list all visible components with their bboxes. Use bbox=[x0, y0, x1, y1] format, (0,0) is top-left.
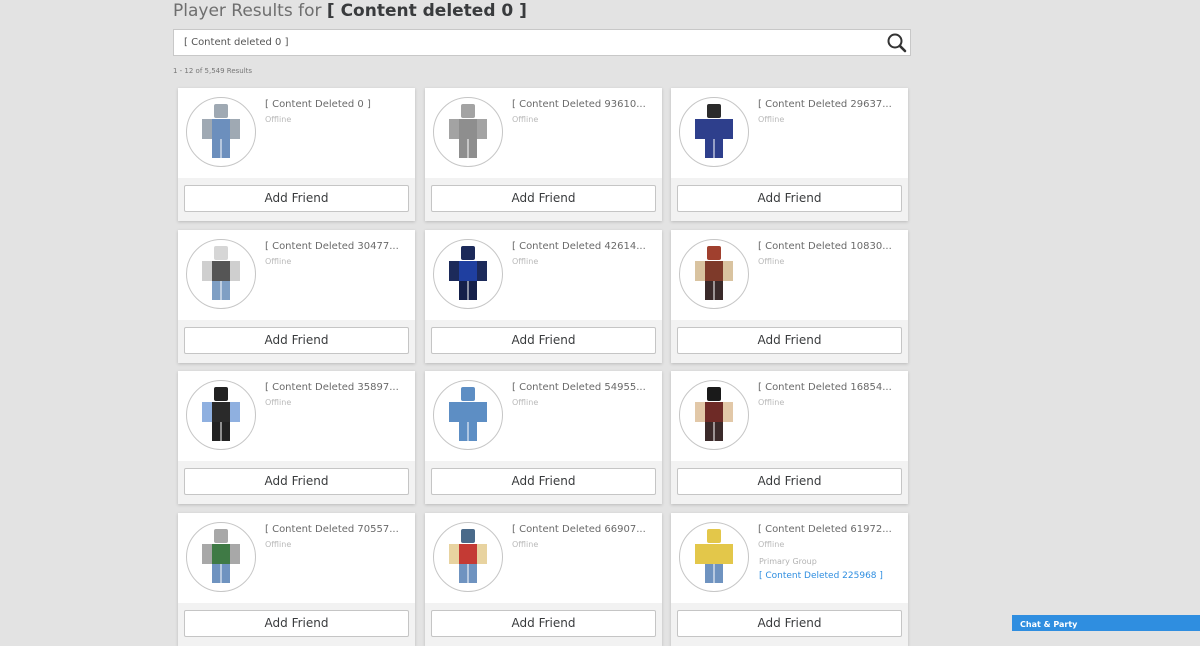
player-username[interactable]: [ Content Deleted 16854... bbox=[758, 382, 903, 393]
player-username[interactable]: [ Content Deleted 29637... bbox=[758, 99, 903, 110]
player-card-header: [ Content Deleted 61972... Offline Prima… bbox=[671, 513, 908, 603]
avatar-figure-icon bbox=[202, 387, 240, 441]
player-username[interactable]: [ Content Deleted 54955... bbox=[512, 382, 657, 393]
avatar-figure-icon bbox=[449, 246, 487, 300]
player-status: Offline bbox=[265, 257, 292, 266]
avatar-figure-icon bbox=[695, 387, 733, 441]
player-status: Offline bbox=[758, 398, 785, 407]
add-friend-button[interactable]: Add Friend bbox=[184, 185, 409, 212]
player-card-header: [ Content Deleted 66907... Offline bbox=[425, 513, 662, 603]
player-card: [ Content Deleted 0 ] Offline Add Friend bbox=[178, 88, 415, 221]
player-username[interactable]: [ Content Deleted 61972... bbox=[758, 524, 903, 535]
avatar-figure-icon bbox=[695, 246, 733, 300]
avatar[interactable] bbox=[433, 522, 503, 592]
player-status: Offline bbox=[265, 540, 292, 549]
avatar-figure-icon bbox=[695, 529, 733, 583]
player-card-header: [ Content Deleted 42614... Offline bbox=[425, 230, 662, 320]
player-card-header: [ Content Deleted 0 ] Offline bbox=[178, 88, 415, 178]
search-icon[interactable] bbox=[886, 32, 908, 54]
avatar[interactable] bbox=[186, 380, 256, 450]
avatar-figure-icon bbox=[449, 387, 487, 441]
avatar[interactable] bbox=[679, 522, 749, 592]
avatar-figure-icon bbox=[449, 104, 487, 158]
add-friend-button[interactable]: Add Friend bbox=[677, 610, 902, 637]
player-username[interactable]: [ Content Deleted 0 ] bbox=[265, 99, 410, 110]
player-card: [ Content Deleted 42614... Offline Add F… bbox=[425, 230, 662, 363]
primary-group-label: Primary Group bbox=[759, 557, 817, 566]
avatar-figure-icon bbox=[202, 246, 240, 300]
add-friend-button[interactable]: Add Friend bbox=[677, 468, 902, 495]
search-input[interactable] bbox=[174, 30, 874, 55]
player-card: [ Content Deleted 54955... Offline Add F… bbox=[425, 371, 662, 504]
player-card-header: [ Content Deleted 16854... Offline bbox=[671, 371, 908, 461]
player-card-header: [ Content Deleted 35897... Offline bbox=[178, 371, 415, 461]
player-card-header: [ Content Deleted 10830... Offline bbox=[671, 230, 908, 320]
avatar[interactable] bbox=[679, 97, 749, 167]
player-username[interactable]: [ Content Deleted 30477... bbox=[265, 241, 410, 252]
avatar[interactable] bbox=[679, 239, 749, 309]
page-title-query: [ Content deleted 0 ] bbox=[326, 1, 527, 21]
player-card: [ Content Deleted 61972... Offline Prima… bbox=[671, 513, 908, 646]
player-card-header: [ Content Deleted 54955... Offline bbox=[425, 371, 662, 461]
avatar[interactable] bbox=[433, 380, 503, 450]
player-status: Offline bbox=[512, 257, 539, 266]
add-friend-button[interactable]: Add Friend bbox=[431, 327, 656, 354]
player-status: Offline bbox=[758, 257, 785, 266]
player-username[interactable]: [ Content Deleted 70557... bbox=[265, 524, 410, 535]
player-card: [ Content Deleted 66907... Offline Add F… bbox=[425, 513, 662, 646]
player-username[interactable]: [ Content Deleted 35897... bbox=[265, 382, 410, 393]
player-status: Offline bbox=[758, 540, 785, 549]
player-card-header: [ Content Deleted 93610... Offline bbox=[425, 88, 662, 178]
result-count: 1 - 12 of 5,549 Results bbox=[173, 67, 253, 75]
avatar[interactable] bbox=[186, 239, 256, 309]
search-bar bbox=[173, 29, 911, 56]
player-username[interactable]: [ Content Deleted 66907... bbox=[512, 524, 657, 535]
player-card-header: [ Content Deleted 70557... Offline bbox=[178, 513, 415, 603]
player-card: [ Content Deleted 70557... Offline Add F… bbox=[178, 513, 415, 646]
player-card: [ Content Deleted 16854... Offline Add F… bbox=[671, 371, 908, 504]
player-status: Offline bbox=[265, 115, 292, 124]
add-friend-button[interactable]: Add Friend bbox=[431, 185, 656, 212]
avatar[interactable] bbox=[433, 239, 503, 309]
primary-group-link[interactable]: [ Content Deleted 225968 ] bbox=[759, 571, 883, 581]
player-status: Offline bbox=[758, 115, 785, 124]
avatar-figure-icon bbox=[202, 104, 240, 158]
player-card: [ Content Deleted 10830... Offline Add F… bbox=[671, 230, 908, 363]
avatar[interactable] bbox=[679, 380, 749, 450]
player-status: Offline bbox=[512, 398, 539, 407]
add-friend-button[interactable]: Add Friend bbox=[431, 610, 656, 637]
chat-party-tab[interactable]: Chat & Party bbox=[1012, 615, 1200, 631]
avatar[interactable] bbox=[433, 97, 503, 167]
player-card: [ Content Deleted 30477... Offline Add F… bbox=[178, 230, 415, 363]
avatar[interactable] bbox=[186, 97, 256, 167]
player-card-header: [ Content Deleted 29637... Offline bbox=[671, 88, 908, 178]
add-friend-button[interactable]: Add Friend bbox=[677, 185, 902, 212]
player-status: Offline bbox=[512, 540, 539, 549]
player-username[interactable]: [ Content Deleted 93610... bbox=[512, 99, 657, 110]
player-card: [ Content Deleted 29637... Offline Add F… bbox=[671, 88, 908, 221]
avatar[interactable] bbox=[186, 522, 256, 592]
player-status: Offline bbox=[512, 115, 539, 124]
add-friend-button[interactable]: Add Friend bbox=[184, 610, 409, 637]
player-username[interactable]: [ Content Deleted 42614... bbox=[512, 241, 657, 252]
add-friend-button[interactable]: Add Friend bbox=[431, 468, 656, 495]
add-friend-button[interactable]: Add Friend bbox=[184, 468, 409, 495]
add-friend-button[interactable]: Add Friend bbox=[184, 327, 409, 354]
avatar-figure-icon bbox=[695, 104, 733, 158]
page-title-prefix: Player Results for bbox=[173, 1, 322, 21]
page-title: Player Results for [ Content deleted 0 ] bbox=[173, 1, 527, 21]
player-username[interactable]: [ Content Deleted 10830... bbox=[758, 241, 903, 252]
add-friend-button[interactable]: Add Friend bbox=[677, 327, 902, 354]
player-card: [ Content Deleted 93610... Offline Add F… bbox=[425, 88, 662, 221]
player-status: Offline bbox=[265, 398, 292, 407]
player-card-header: [ Content Deleted 30477... Offline bbox=[178, 230, 415, 320]
avatar-figure-icon bbox=[202, 529, 240, 583]
player-card: [ Content Deleted 35897... Offline Add F… bbox=[178, 371, 415, 504]
avatar-figure-icon bbox=[449, 529, 487, 583]
